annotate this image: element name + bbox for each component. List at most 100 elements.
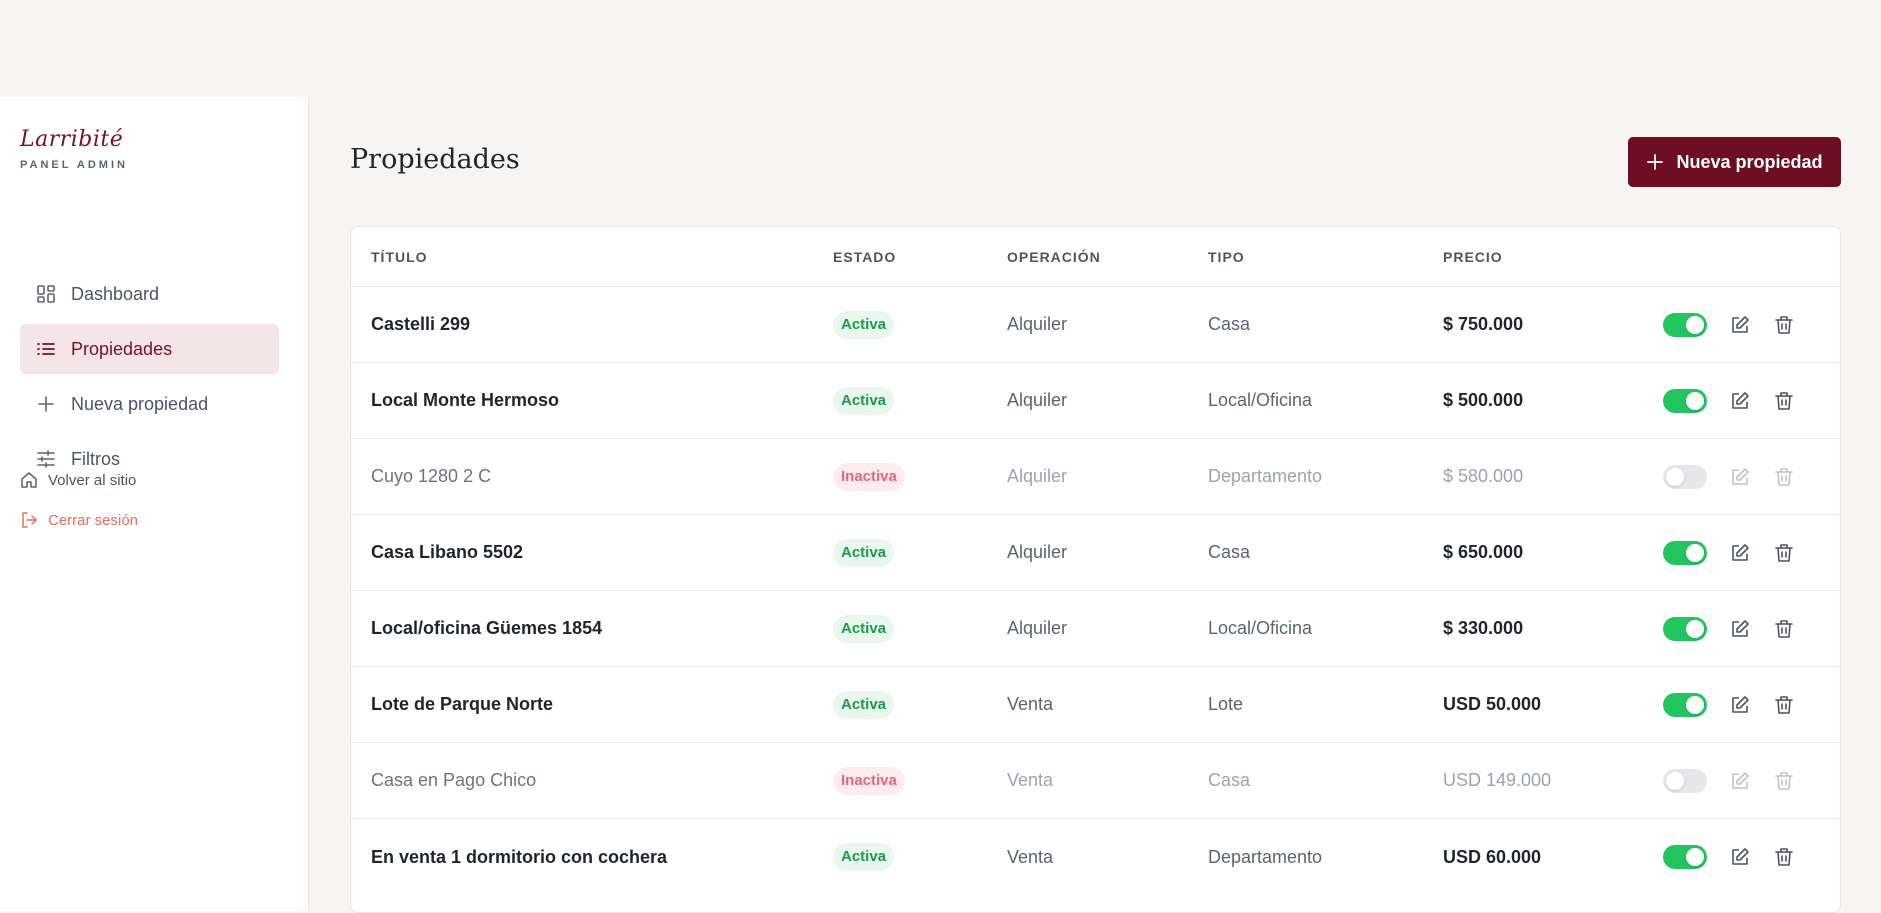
toggle-knob — [1666, 467, 1684, 486]
trash-icon[interactable] — [1773, 846, 1795, 868]
active-toggle[interactable] — [1663, 692, 1707, 717]
operation-cell: Venta — [1007, 694, 1054, 714]
edit-icon[interactable] — [1729, 694, 1751, 716]
type-cell: Casa — [1208, 542, 1251, 562]
property-title[interactable]: En venta 1 dormitorio con cochera — [371, 847, 667, 867]
table-row[interactable]: Castelli 299 Activa Alquiler Casa $ 750.… — [351, 287, 1840, 363]
sidebar-item-propiedades[interactable]: Propiedades — [20, 324, 279, 374]
status-badge: Activa — [833, 310, 895, 339]
active-toggle[interactable] — [1663, 768, 1707, 793]
edit-icon[interactable] — [1729, 542, 1751, 564]
toggle-knob — [1686, 619, 1704, 638]
trash-icon[interactable] — [1773, 314, 1795, 336]
status-badge: Activa — [833, 538, 895, 567]
sidebar-item-label: Filtros — [71, 448, 120, 469]
active-toggle[interactable] — [1663, 540, 1707, 565]
row-actions — [1663, 692, 1840, 717]
plus-icon — [1646, 153, 1664, 171]
sidebar-item-label: Nueva propiedad — [71, 393, 209, 414]
toggle-knob — [1686, 848, 1704, 866]
active-toggle[interactable] — [1663, 464, 1707, 489]
trash-icon[interactable] — [1773, 390, 1795, 412]
active-toggle[interactable] — [1663, 312, 1707, 337]
operation-cell: Alquiler — [1007, 466, 1068, 486]
trash-icon[interactable] — [1773, 694, 1795, 716]
row-actions — [1663, 464, 1840, 489]
row-actions — [1663, 845, 1840, 869]
trash-icon[interactable] — [1773, 542, 1795, 564]
operation-cell: Alquiler — [1007, 618, 1068, 638]
toggle-knob — [1686, 391, 1704, 410]
table-row[interactable]: Casa Libano 5502 Activa Alquiler Casa $ … — [351, 515, 1840, 591]
property-title[interactable]: Castelli 299 — [371, 314, 470, 334]
brand-subtitle: PANEL ADMIN — [20, 159, 128, 171]
price-cell: USD 60.000 — [1443, 846, 1542, 867]
sidebar-item-nueva-propiedad[interactable]: Nueva propiedad — [20, 379, 279, 429]
table-row[interactable]: Local Monte Hermoso Activa Alquiler Loca… — [351, 363, 1840, 439]
property-title[interactable]: Local/oficina Güemes 1854 — [371, 618, 602, 638]
property-title[interactable]: Lote de Parque Norte — [371, 694, 553, 714]
list-icon — [36, 339, 56, 359]
toggle-knob — [1686, 315, 1704, 334]
property-title[interactable]: Local Monte Hermoso — [371, 390, 559, 410]
table-row[interactable]: En venta 1 dormitorio con cochera Activa… — [351, 819, 1840, 895]
table-row[interactable]: Local/oficina Güemes 1854 Activa Alquile… — [351, 591, 1840, 667]
active-toggle[interactable] — [1663, 388, 1707, 413]
back-to-site-link[interactable]: Volver al sitio — [20, 470, 138, 490]
price-cell: USD 50.000 — [1443, 694, 1542, 714]
sliders-icon — [36, 449, 56, 469]
type-cell: Lote — [1208, 694, 1244, 714]
main-content: Propiedades Nueva propiedad TÍTULO ESTAD… — [309, 97, 1881, 913]
property-title[interactable]: Casa Libano 5502 — [371, 542, 523, 562]
row-actions — [1663, 616, 1840, 641]
sidebar-item-label: Propiedades — [71, 338, 173, 359]
edit-icon[interactable] — [1729, 390, 1751, 412]
type-cell: Casa — [1208, 314, 1251, 334]
edit-icon[interactable] — [1729, 846, 1751, 868]
header-precio: PRECIO — [1443, 248, 1503, 265]
status-badge: Activa — [833, 690, 895, 719]
property-title[interactable]: Casa en Pago Chico — [371, 770, 536, 790]
toggle-knob — [1686, 543, 1704, 562]
trash-icon[interactable] — [1773, 618, 1795, 640]
dashboard-grid-icon — [36, 284, 56, 304]
edit-icon[interactable] — [1729, 770, 1751, 792]
trash-icon[interactable] — [1773, 770, 1795, 792]
status-badge: Activa — [833, 386, 895, 415]
type-cell: Local/Oficina — [1208, 618, 1313, 638]
row-actions — [1663, 540, 1840, 565]
new-property-button[interactable]: Nueva propiedad — [1628, 137, 1841, 187]
brand-logo[interactable]: Larribité — [20, 127, 128, 153]
trash-icon[interactable] — [1773, 466, 1795, 488]
brand: Larribité PANEL ADMIN — [20, 127, 128, 171]
link-label: Volver al sitio — [48, 471, 137, 489]
table-row[interactable]: Casa en Pago Chico Inactiva Venta Casa U… — [351, 743, 1840, 819]
logout-link[interactable]: Cerrar sesión — [20, 510, 138, 530]
table-row[interactable]: Cuyo 1280 2 C Inactiva Alquiler Departam… — [351, 439, 1840, 515]
operation-cell: Venta — [1007, 846, 1054, 867]
edit-icon[interactable] — [1729, 466, 1751, 488]
operation-cell: Alquiler — [1007, 314, 1068, 334]
active-toggle[interactable] — [1663, 616, 1707, 641]
active-toggle[interactable] — [1663, 845, 1707, 869]
price-cell: USD 149.000 — [1443, 770, 1552, 790]
toggle-knob — [1686, 695, 1704, 714]
header-tipo: TIPO — [1208, 248, 1245, 265]
property-title[interactable]: Cuyo 1280 2 C — [371, 466, 491, 486]
row-actions — [1663, 768, 1840, 793]
table-row[interactable]: Lote de Parque Norte Activa Venta Lote U… — [351, 667, 1840, 743]
price-cell: $ 580.000 — [1443, 466, 1524, 486]
header-estado: ESTADO — [833, 248, 897, 265]
price-cell: $ 330.000 — [1443, 618, 1524, 638]
type-cell: Departamento — [1208, 846, 1323, 867]
home-icon — [20, 471, 38, 489]
sidebar-item-label: Dashboard — [71, 283, 160, 304]
sidebar-item-dashboard[interactable]: Dashboard — [20, 269, 279, 319]
edit-icon[interactable] — [1729, 314, 1751, 336]
operation-cell: Alquiler — [1007, 542, 1068, 562]
operation-cell: Alquiler — [1007, 390, 1068, 410]
status-badge: Inactiva — [833, 766, 905, 795]
table-body: Castelli 299 Activa Alquiler Casa $ 750.… — [351, 287, 1840, 895]
new-property-label: Nueva propiedad — [1676, 151, 1823, 172]
edit-icon[interactable] — [1729, 618, 1751, 640]
